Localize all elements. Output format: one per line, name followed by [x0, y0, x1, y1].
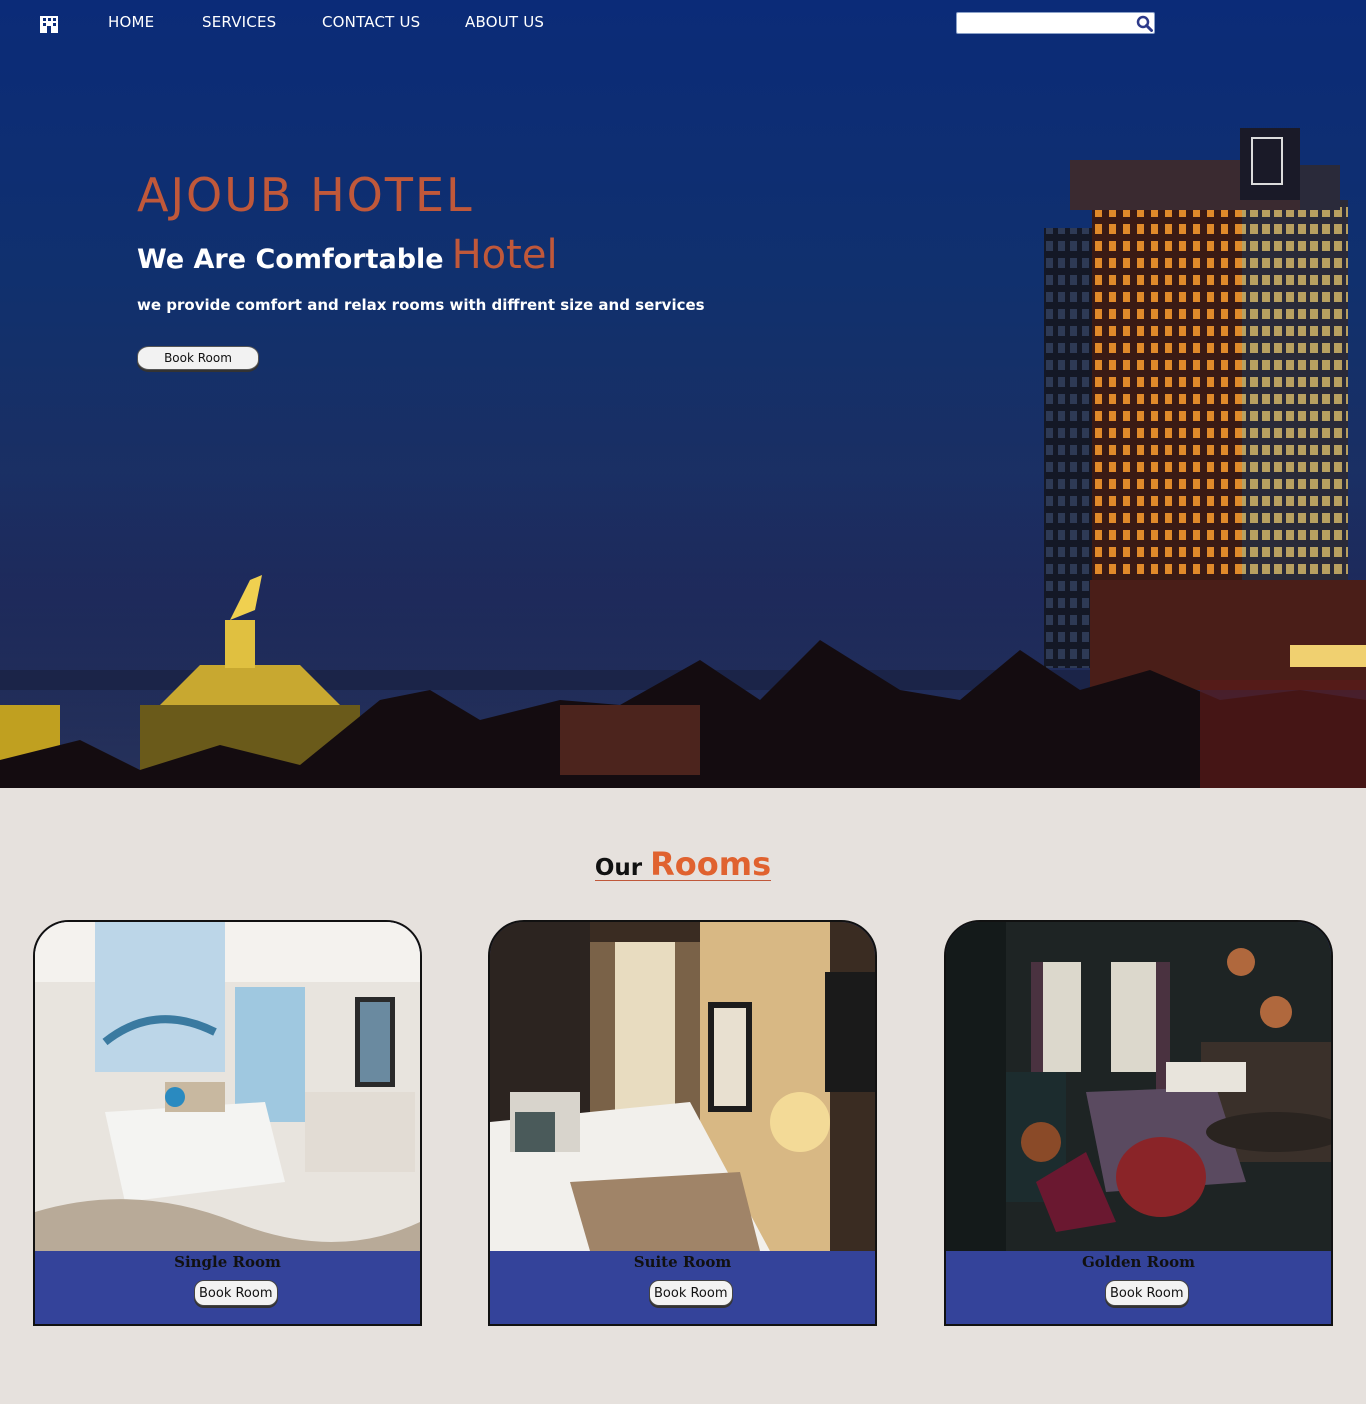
- top-navigation: HOME SERVICES CONTACT US ABOUT US: [0, 0, 1366, 46]
- rooms-heading-accent: Rooms: [650, 845, 772, 883]
- hero-subtitle-accent: Hotel: [451, 232, 558, 278]
- hero-description: we provide comfort and relax rooms with …: [137, 296, 705, 314]
- room-image-single: [35, 922, 420, 1251]
- room-title-suite: Suite Room: [633, 1253, 732, 1271]
- nav-link-home[interactable]: HOME: [108, 13, 154, 31]
- room-card-single: Single Room Book Room: [33, 920, 422, 1326]
- rooms-heading-lead: Our: [594, 855, 643, 881]
- hero-title: AJOUB HOTEL: [137, 168, 474, 222]
- book-room-button-suite[interactable]: Book Room: [649, 1280, 733, 1306]
- room-title-single: Single Room: [174, 1253, 281, 1271]
- nav-link-contact-us[interactable]: CONTACT US: [322, 13, 420, 31]
- hero-section: HOME SERVICES CONTACT US ABOUT US AJOUB …: [0, 0, 1366, 788]
- book-room-button-single[interactable]: Book Room: [194, 1280, 278, 1306]
- nav-link-about-us[interactable]: ABOUT US: [465, 13, 544, 31]
- book-room-button-golden[interactable]: Book Room: [1105, 1280, 1189, 1306]
- room-image-suite: [490, 922, 875, 1251]
- nav-link-services[interactable]: SERVICES: [202, 13, 276, 31]
- hero-book-room-button[interactable]: Book Room: [137, 346, 259, 370]
- room-card-suite: Suite Room Book Room: [488, 920, 877, 1326]
- search-input[interactable]: [959, 14, 1129, 32]
- room-image-golden: [946, 922, 1331, 1251]
- hotel-building-icon[interactable]: [39, 15, 59, 33]
- rooms-heading-underline: Our Rooms: [594, 845, 772, 883]
- rooms-section-heading: Our Rooms: [0, 848, 1366, 881]
- search-box: [956, 12, 1155, 34]
- hero-subtitle: We Are Comfortable Hotel: [137, 232, 558, 278]
- hero-subtitle-lead: We Are Comfortable: [137, 244, 444, 275]
- room-title-golden: Golden Room: [1081, 1253, 1196, 1271]
- hero-background-image: [0, 128, 1366, 788]
- room-card-golden: Golden Room Book Room: [944, 920, 1333, 1326]
- search-icon[interactable]: [1136, 15, 1153, 32]
